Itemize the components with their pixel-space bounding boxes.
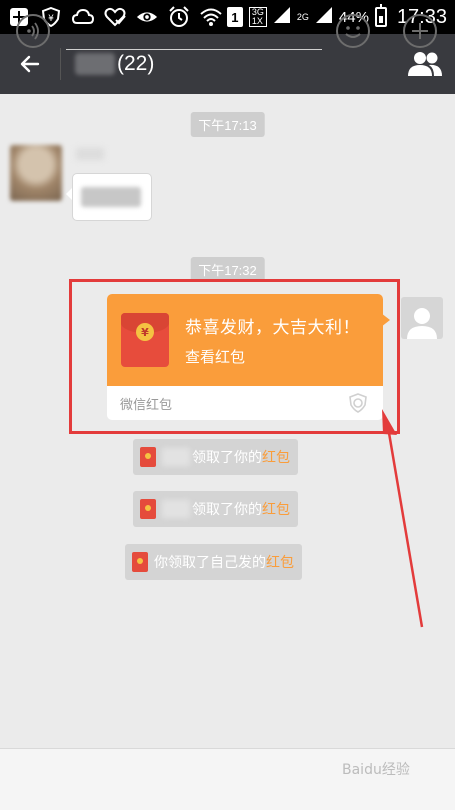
my-avatar[interactable] [401,297,443,339]
more-button[interactable] [403,14,437,48]
notice-packet-claimed: 领取了你的 红包 [133,439,298,475]
notice-text: 领取了你的 [192,450,262,466]
svg-text:¥: ¥ [48,14,54,24]
notice-packet-link[interactable]: 红包 [266,552,294,572]
group-name-blurred [75,53,115,75]
title-divider [60,48,61,80]
notice-text: 你领取了自己发的 [154,555,266,571]
emoji-button[interactable] [336,14,370,48]
battery-icon [374,4,387,27]
emoji-icon [345,26,361,38]
notice-packet-link[interactable]: 红包 [262,447,290,467]
avatar[interactable] [10,145,62,201]
message-input[interactable] [66,12,322,50]
voice-button[interactable] [16,14,50,48]
mini-red-packet-icon [140,499,156,519]
input-bar [0,748,455,810]
notice-packet-link[interactable]: 红包 [262,499,290,519]
back-arrow-icon [20,55,40,73]
highlight-annotation-box [69,279,400,434]
mini-red-packet-icon [140,447,156,467]
notice-text: 领取了你的 [192,502,262,518]
watermark-logo: Baidu经验 [342,762,410,778]
voice-icon [27,22,39,40]
claimer-name-blurred [162,500,190,518]
member-count: (22) [117,52,155,75]
incoming-message-bubble[interactable] [66,173,152,221]
plus-icon [412,23,428,39]
sender-name-blurred [76,148,104,160]
message-text-blurred [81,187,141,207]
timestamp: 下午17:13 [190,112,265,137]
group-members-icon [408,52,442,76]
notice-self-claimed: 你领取了自己发的 红包 [125,544,302,580]
claimer-name-blurred [162,448,190,466]
annotation-arrow-icon [382,409,424,628]
notice-packet-claimed: 领取了你的 红包 [133,491,298,527]
default-avatar-icon [407,308,437,339]
mini-red-packet-icon [132,552,148,572]
